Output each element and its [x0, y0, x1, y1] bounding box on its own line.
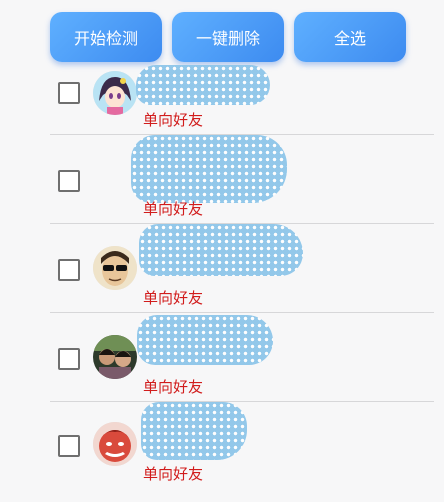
friend-status: 单向好友: [143, 200, 204, 218]
redacted-nickname: [131, 135, 287, 203]
start-detect-button[interactable]: 开始检测: [50, 12, 162, 62]
anime-girl-avatar: [93, 71, 137, 115]
friend-status: 单向好友: [143, 289, 204, 307]
friend-checkbox[interactable]: [58, 435, 80, 457]
redacted-nickname: [141, 402, 247, 460]
friend-status: 单向好友: [143, 465, 204, 483]
list-item[interactable]: 单向好友: [0, 313, 444, 402]
friend-checkbox[interactable]: [58, 348, 80, 370]
list-item[interactable]: 单向好友: [0, 135, 444, 224]
couple-photo-avatar: [93, 335, 137, 379]
list-item[interactable]: 单向好友: [0, 224, 444, 313]
friend-status: 单向好友: [143, 378, 204, 396]
friend-status: 单向好友: [143, 111, 204, 129]
friend-checkbox[interactable]: [58, 259, 80, 281]
select-all-button[interactable]: 全选: [294, 12, 406, 62]
list-item[interactable]: 单向好友: [0, 65, 444, 135]
list-item[interactable]: 单向好友: [0, 402, 444, 502]
redacted-nickname: [137, 315, 273, 365]
red-cartoon-face-avatar: [93, 422, 137, 466]
sunglasses-man-avatar: [93, 246, 137, 290]
friend-checkbox[interactable]: [58, 82, 80, 104]
toolbar: 开始检测 一键删除 全选: [0, 0, 444, 70]
redacted-nickname: [139, 224, 303, 276]
redacted-nickname: [136, 65, 270, 105]
delete-all-button[interactable]: 一键删除: [172, 12, 284, 62]
friend-checkbox[interactable]: [58, 170, 80, 192]
